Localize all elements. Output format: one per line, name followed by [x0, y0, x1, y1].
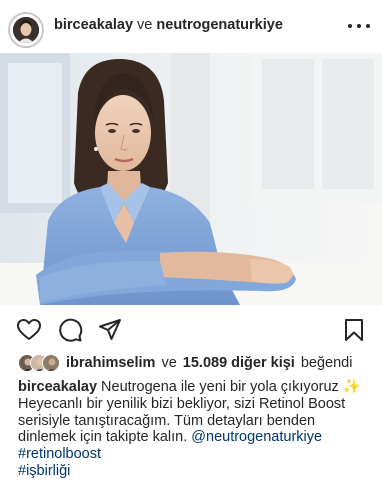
comment-icon[interactable]	[57, 317, 83, 343]
collab-connector: ve	[137, 17, 153, 33]
caption-mention[interactable]: @neutrogenaturkiye	[191, 429, 322, 445]
caption-line-1: bircеakalay Neutrogena ile yeni bir yola…	[18, 379, 378, 396]
first-liker-username[interactable]: ibrahimselim	[66, 355, 155, 371]
likes-suffix: beğendi	[300, 355, 353, 371]
caption-text-1: Neutrogena ile yeni bir yola çıkıyoruz ✨	[101, 379, 361, 395]
author-username[interactable]: bircеakalay	[54, 17, 133, 33]
author-avatar-ring[interactable]	[8, 12, 44, 48]
caption-line-4: dinlemek için takipte kalın. @neutrogena…	[18, 429, 378, 446]
liker-avatar	[42, 354, 60, 372]
bookmark-icon[interactable]	[341, 317, 367, 343]
hashtag-retinolboost[interactable]: #retinolboost	[18, 446, 378, 463]
post-header: bircеakalay ve neutrogenaturkiye	[0, 0, 382, 53]
collaborator-username[interactable]: neutrogenaturkiye	[156, 17, 283, 33]
likes-summary[interactable]: ibrahimselim ve 15.089 diğer kişi beğend…	[18, 352, 352, 374]
caption-username[interactable]: bircеakalay	[18, 379, 97, 395]
post-image[interactable]	[0, 53, 382, 305]
hashtag-isbirligi[interactable]: #işbirliği	[18, 463, 378, 480]
post-caption: bircеakalay Neutrogena ile yeni bir yola…	[18, 379, 378, 480]
post-actions	[0, 305, 382, 353]
author-avatar[interactable]	[13, 17, 39, 43]
heart-icon[interactable]	[16, 317, 42, 343]
likes-count[interactable]: 15.089 diğer kişi	[183, 355, 295, 371]
caption-text-4: dinlemek için takipte kalın.	[18, 429, 188, 446]
post-header-title: bircеakalay ve neutrogenaturkiye	[54, 17, 283, 33]
share-icon[interactable]	[97, 317, 123, 343]
more-icon[interactable]	[348, 16, 370, 36]
likes-connector: ve	[161, 355, 177, 371]
caption-text-2: Heyecanlı bir yenilik bizi bekliyor, siz…	[18, 395, 346, 412]
caption-text-3: serisiyle tanıştıracağım. Tüm detayları …	[18, 412, 316, 429]
